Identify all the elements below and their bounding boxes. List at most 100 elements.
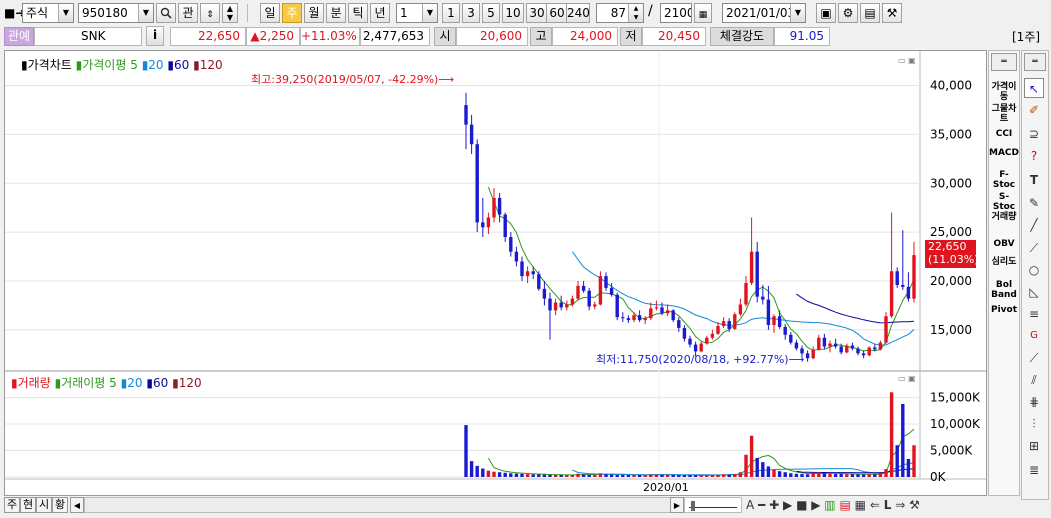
- bar-chart-icon[interactable]: ▥: [824, 498, 835, 512]
- tab-weekly[interactable]: 주: [4, 497, 20, 513]
- zoom-slider[interactable]: [684, 497, 742, 513]
- list-tool-icon[interactable]: ≣: [1024, 460, 1044, 480]
- search-button[interactable]: [156, 3, 176, 23]
- candle-body: [654, 307, 659, 309]
- circle-icon[interactable]: ○: [1024, 260, 1044, 280]
- parallel-lines-icon[interactable]: ≡: [1024, 304, 1044, 324]
- play-icon[interactable]: ▶: [783, 498, 792, 512]
- magnet-icon[interactable]: ⊇: [1024, 124, 1044, 144]
- period-week[interactable]: 주: [282, 3, 302, 23]
- period-year[interactable]: 년: [370, 3, 390, 23]
- market-select[interactable]: 주식 ▼: [22, 3, 74, 23]
- fibonacci-icon[interactable]: ⋕: [1024, 392, 1044, 412]
- candle-body: [481, 222, 485, 228]
- unit-3-button[interactable]: 3: [462, 3, 480, 23]
- unit-30-button[interactable]: 30: [526, 3, 548, 23]
- stop-icon[interactable]: ■: [796, 498, 807, 512]
- candle-body: [901, 284, 905, 287]
- volume-bar: [772, 469, 776, 477]
- channel-icon[interactable]: ⫽: [1024, 370, 1044, 390]
- forward-icon[interactable]: ▶: [811, 498, 820, 512]
- table-icon[interactable]: ▦: [855, 498, 866, 512]
- grid-tool-icon[interactable]: ⊞: [1024, 436, 1044, 456]
- candle-body: [537, 274, 541, 289]
- period-minute[interactable]: 분: [326, 3, 346, 23]
- tools-small-icon[interactable]: ⚒: [909, 498, 920, 512]
- cycle-icon[interactable]: ⫶: [1024, 414, 1044, 434]
- line-icon[interactable]: ╱: [1024, 215, 1044, 235]
- gann-icon[interactable]: G: [1024, 326, 1044, 346]
- indicator-ma[interactable]: 가격이동: [989, 82, 1019, 102]
- ray-icon[interactable]: ⟋: [1024, 238, 1044, 258]
- date-picker-toggle[interactable]: ▦: [694, 3, 712, 23]
- period-tick[interactable]: 틱: [348, 3, 368, 23]
- text-icon[interactable]: T: [1024, 170, 1044, 190]
- indicator-fstoc[interactable]: F-Stoc: [989, 170, 1019, 190]
- stock-code-input[interactable]: 950180 ▼: [78, 3, 154, 23]
- screenshot-button[interactable]: ▣: [816, 3, 836, 23]
- candle-body: [766, 299, 771, 326]
- tab-status[interactable]: 황: [52, 497, 68, 513]
- next-arrow-icon[interactable]: ⇒: [895, 498, 905, 512]
- plus-icon[interactable]: ✚: [769, 498, 779, 512]
- minus-icon[interactable]: ━: [758, 498, 765, 512]
- favorites-button[interactable]: ⇕: [200, 3, 220, 23]
- info-button[interactable]: i: [146, 26, 164, 46]
- unit-60-button[interactable]: 60: [546, 3, 568, 23]
- price-panel-buttons[interactable]: ▭ ▣: [898, 56, 916, 65]
- unit-1-button[interactable]: 1: [442, 3, 460, 23]
- display-count-input[interactable]: 87 ▲ ▼: [596, 3, 644, 23]
- tools-button[interactable]: ⚒: [882, 3, 902, 23]
- help-icon[interactable]: ?: [1024, 146, 1044, 166]
- window-menu-icon[interactable]: ■➜: [4, 4, 25, 22]
- candle-body: [755, 251, 759, 297]
- auto-scale-icon[interactable]: A: [746, 498, 754, 512]
- horizontal-scrollbar[interactable]: [84, 497, 672, 513]
- unit-10-button[interactable]: 10: [502, 3, 524, 23]
- indicator-obv[interactable]: OBV: [989, 239, 1019, 249]
- indicator-macd[interactable]: MACD: [989, 148, 1019, 158]
- indicator-cci[interactable]: CCI: [989, 129, 1019, 139]
- candle-icon[interactable]: ▤: [839, 498, 850, 512]
- volume-bar: [738, 472, 743, 477]
- tab-current[interactable]: 현: [20, 497, 36, 513]
- save-button[interactable]: ▤: [860, 3, 880, 23]
- volume-bar: [486, 470, 491, 477]
- cursor-icon[interactable]: ↖: [1024, 78, 1044, 98]
- zoom-slider-thumb[interactable]: [691, 501, 695, 511]
- relation-button[interactable]: 관: [178, 3, 198, 23]
- indicator-panel-header[interactable]: ═: [991, 53, 1017, 71]
- chart-area[interactable]: 40,000 35,000 30,000 25,000 20,000 15,000 15,0…: [4, 50, 987, 496]
- prev-next-stepper[interactable]: ▲ ▼: [222, 3, 238, 23]
- unit-select[interactable]: 1 ▼: [396, 3, 438, 23]
- unit-240-button[interactable]: 240: [566, 3, 590, 23]
- latest-icon[interactable]: L: [884, 498, 892, 512]
- indicator-pivot[interactable]: Pivot: [989, 305, 1019, 315]
- volume-panel-buttons[interactable]: ▭ ▣: [898, 374, 916, 383]
- scroll-right-button[interactable]: ▶: [670, 497, 684, 513]
- tools-panel-header[interactable]: ═: [1024, 53, 1046, 71]
- tab-market[interactable]: 시: [36, 497, 52, 513]
- date-input[interactable]: 2021/01/03 ▼: [722, 3, 806, 23]
- indicator-sstoc[interactable]: S-Stoc: [989, 192, 1019, 212]
- volume-bar: [906, 459, 911, 477]
- period-day[interactable]: 일: [260, 3, 280, 23]
- scroll-left-button[interactable]: ◀: [70, 497, 84, 513]
- indicator-volume[interactable]: 거래량: [989, 212, 1019, 222]
- pen-icon[interactable]: ✎: [1024, 193, 1044, 213]
- back-arrow-icon[interactable]: ⇐: [870, 498, 880, 512]
- candle-body: [867, 347, 871, 356]
- indicator-psychology[interactable]: 심리도: [989, 257, 1019, 267]
- candle-body: [598, 276, 603, 305]
- unit-5-button[interactable]: 5: [482, 3, 500, 23]
- triangle-icon[interactable]: ◺: [1024, 282, 1044, 302]
- volume-bar: [492, 471, 496, 477]
- chart-canvas[interactable]: 40,000 35,000 30,000 25,000 20,000 15,000 15,0…: [5, 51, 986, 495]
- fan-icon[interactable]: ⟋: [1024, 348, 1044, 368]
- eraser-icon[interactable]: ✐: [1024, 100, 1044, 120]
- candle-body: [777, 316, 782, 327]
- indicator-net[interactable]: 그물차트: [989, 104, 1019, 124]
- period-month[interactable]: 월: [304, 3, 324, 23]
- indicator-bollinger[interactable]: Bol Band: [989, 280, 1019, 300]
- settings-button[interactable]: ⚙: [838, 3, 858, 23]
